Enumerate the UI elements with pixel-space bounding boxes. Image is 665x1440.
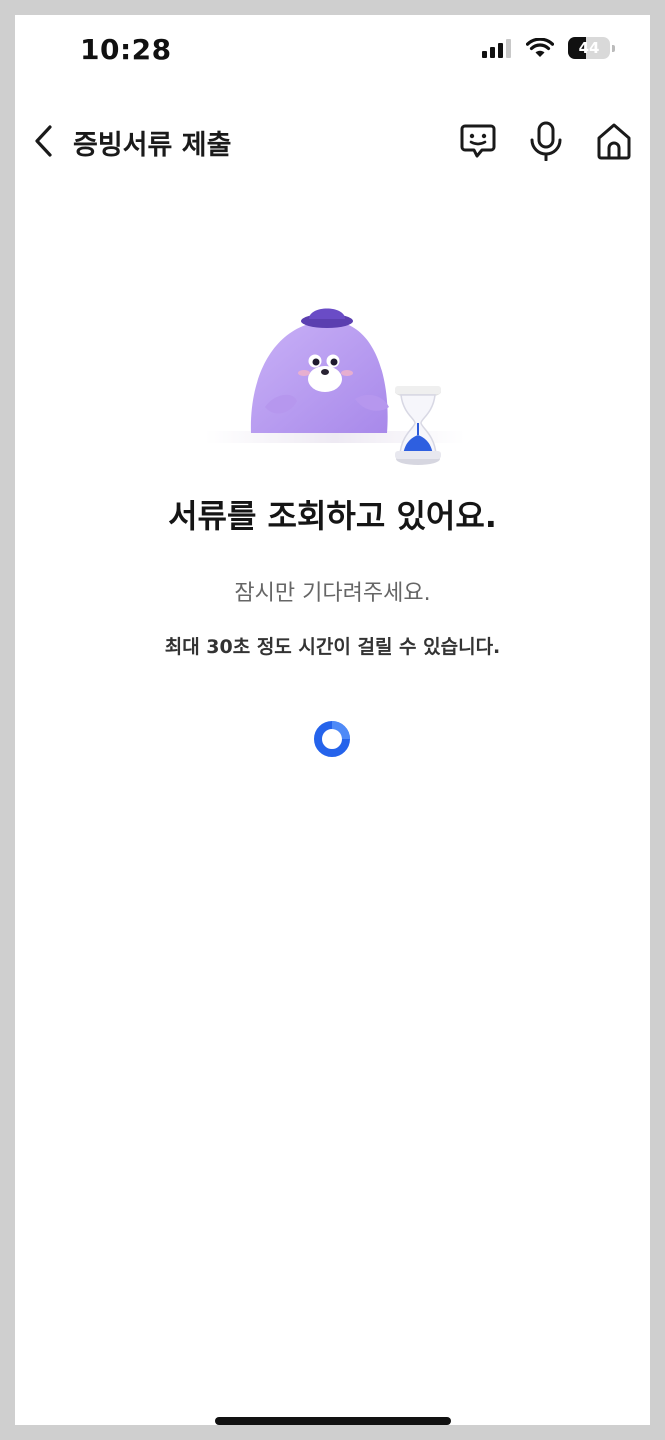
- battery-level: 44: [578, 39, 600, 57]
- back-button[interactable]: [29, 119, 59, 163]
- app-screen: 10:28 44 증빙서류 제출 서류를 조회하고 있어요. 잠시만 기다려주세…: [15, 15, 650, 1425]
- loading-title: 서류를 조회하고 있어요.: [168, 497, 497, 535]
- page-title: 증빙서류 제출: [73, 130, 232, 161]
- loading-note: 최대 30초 정도 시간이 걸릴 수 있습니다.: [164, 636, 501, 658]
- loading-subtitle: 잠시만 기다려주세요.: [234, 581, 431, 606]
- wifi-icon: [526, 38, 554, 57]
- signal-icon: [482, 39, 511, 58]
- back-icon: [35, 125, 52, 157]
- home-icon: [597, 123, 631, 160]
- battery-icon: 44: [568, 37, 615, 59]
- spinner-icon: [314, 721, 350, 757]
- voice-input-button[interactable]: [524, 117, 568, 165]
- chat-bot-button[interactable]: [456, 117, 500, 165]
- loading-spinner: [312, 719, 352, 759]
- chat-bot-icon: [460, 124, 496, 158]
- home-indicator[interactable]: [215, 1417, 451, 1425]
- mascot-with-hourglass-icon: [205, 308, 465, 465]
- home-button[interactable]: [592, 117, 636, 165]
- top-navigation-bar: 증빙서류 제출: [15, 107, 650, 177]
- loading-illustration: [205, 295, 465, 475]
- microphone-icon: [530, 121, 562, 161]
- status-icons: 44: [482, 37, 615, 59]
- status-time: 10:28: [80, 33, 172, 66]
